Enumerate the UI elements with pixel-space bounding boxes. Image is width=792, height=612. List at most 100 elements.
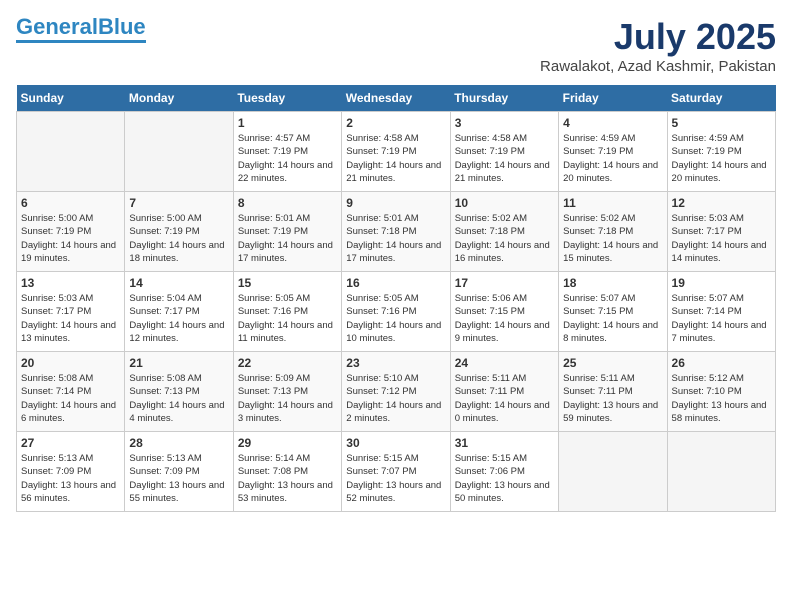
day-number: 24 — [455, 356, 554, 370]
calendar-cell: 31 Sunrise: 5:15 AMSunset: 7:06 PMDayligh… — [450, 432, 558, 512]
week-row-5: 27 Sunrise: 5:13 AMSunset: 7:09 PMDayligh… — [17, 432, 776, 512]
calendar-cell: 18 Sunrise: 5:07 AMSunset: 7:15 PMDayligh… — [559, 272, 667, 352]
day-number: 20 — [21, 356, 120, 370]
calendar-cell — [559, 432, 667, 512]
header-row: SundayMondayTuesdayWednesdayThursdayFrid… — [17, 85, 776, 112]
cell-details: Sunrise: 5:01 AMSunset: 7:19 PMDaylight:… — [238, 212, 337, 265]
cell-details: Sunrise: 5:04 AMSunset: 7:17 PMDaylight:… — [129, 292, 228, 345]
calendar-cell: 26 Sunrise: 5:12 AMSunset: 7:10 PMDayligh… — [667, 352, 775, 432]
calendar-cell: 1Sunrise: 4:57 AMSunset: 7:19 PMDaylight… — [233, 112, 341, 192]
calendar-cell: 22 Sunrise: 5:09 AMSunset: 7:13 PMDayligh… — [233, 352, 341, 432]
location: Rawalakot, Azad Kashmir, Pakistan — [540, 58, 776, 75]
logo-blue: Blue — [98, 14, 146, 39]
calendar-cell: 9 Sunrise: 5:01 AMSunset: 7:18 PMDaylight… — [342, 192, 450, 272]
calendar-cell: 21Sunrise: 5:08 AMSunset: 7:13 PMDayligh… — [125, 352, 233, 432]
day-number: 4 — [563, 116, 662, 130]
cell-details: Sunrise: 5:15 AMSunset: 7:06 PMDaylight:… — [455, 452, 554, 505]
week-row-1: 1Sunrise: 4:57 AMSunset: 7:19 PMDaylight… — [17, 112, 776, 192]
cell-details: Sunrise: 5:08 AMSunset: 7:13 PMDaylight:… — [129, 372, 228, 425]
calendar-cell: 3 Sunrise: 4:58 AMSunset: 7:19 PMDaylight… — [450, 112, 558, 192]
cell-details: Sunrise: 5:02 AMSunset: 7:18 PMDaylight:… — [563, 212, 662, 265]
header-cell-thursday: Thursday — [450, 85, 558, 112]
day-number: 22 — [238, 356, 337, 370]
calendar-cell: 19 Sunrise: 5:07 AMSunset: 7:14 PMDayligh… — [667, 272, 775, 352]
calendar-cell: 17Sunrise: 5:06 AMSunset: 7:15 PMDayligh… — [450, 272, 558, 352]
calendar-cell: 12Sunrise: 5:03 AMSunset: 7:17 PMDayligh… — [667, 192, 775, 272]
day-number: 18 — [563, 276, 662, 290]
day-number: 13 — [21, 276, 120, 290]
cell-details: Sunrise: 5:15 AMSunset: 7:07 PMDaylight:… — [346, 452, 445, 505]
cell-details: Sunrise: 4:59 AMSunset: 7:19 PMDaylight:… — [672, 132, 771, 185]
cell-details: Sunrise: 5:12 AMSunset: 7:10 PMDaylight:… — [672, 372, 771, 425]
cell-details: Sunrise: 5:09 AMSunset: 7:13 PMDaylight:… — [238, 372, 337, 425]
week-row-4: 20Sunrise: 5:08 AMSunset: 7:14 PMDayligh… — [17, 352, 776, 432]
cell-details: Sunrise: 5:00 AMSunset: 7:19 PMDaylight:… — [21, 212, 120, 265]
logo: GeneralBlue — [16, 16, 146, 43]
day-number: 6 — [21, 196, 120, 210]
day-number: 23 — [346, 356, 445, 370]
day-number: 25 — [563, 356, 662, 370]
calendar-cell — [667, 432, 775, 512]
calendar-cell: 23Sunrise: 5:10 AMSunset: 7:12 PMDayligh… — [342, 352, 450, 432]
cell-details: Sunrise: 5:03 AMSunset: 7:17 PMDaylight:… — [21, 292, 120, 345]
calendar-header: SundayMondayTuesdayWednesdayThursdayFrid… — [17, 85, 776, 112]
header-cell-friday: Friday — [559, 85, 667, 112]
calendar-cell — [17, 112, 125, 192]
calendar-cell: 16 Sunrise: 5:05 AMSunset: 7:16 PMDayligh… — [342, 272, 450, 352]
calendar-cell: 10 Sunrise: 5:02 AMSunset: 7:18 PMDayligh… — [450, 192, 558, 272]
day-number: 30 — [346, 436, 445, 450]
cell-details: Sunrise: 5:03 AMSunset: 7:17 PMDaylight:… — [672, 212, 771, 265]
day-number: 27 — [21, 436, 120, 450]
cell-details: Sunrise: 5:07 AMSunset: 7:14 PMDaylight:… — [672, 292, 771, 345]
day-number: 16 — [346, 276, 445, 290]
calendar-cell: 13 Sunrise: 5:03 AMSunset: 7:17 PMDayligh… — [17, 272, 125, 352]
calendar-cell: 24 Sunrise: 5:11 AMSunset: 7:11 PMDayligh… — [450, 352, 558, 432]
logo-underline — [16, 40, 146, 43]
header-cell-sunday: Sunday — [17, 85, 125, 112]
header-cell-saturday: Saturday — [667, 85, 775, 112]
day-number: 3 — [455, 116, 554, 130]
cell-details: Sunrise: 5:05 AMSunset: 7:16 PMDaylight:… — [346, 292, 445, 345]
calendar-cell: 14Sunrise: 5:04 AMSunset: 7:17 PMDayligh… — [125, 272, 233, 352]
logo-text: GeneralBlue — [16, 16, 146, 38]
day-number: 7 — [129, 196, 228, 210]
header-cell-monday: Monday — [125, 85, 233, 112]
calendar-cell: 5 Sunrise: 4:59 AMSunset: 7:19 PMDaylight… — [667, 112, 775, 192]
week-row-2: 6 Sunrise: 5:00 AMSunset: 7:19 PMDaylight… — [17, 192, 776, 272]
day-number: 5 — [672, 116, 771, 130]
cell-details: Sunrise: 5:07 AMSunset: 7:15 PMDaylight:… — [563, 292, 662, 345]
calendar-body: 1Sunrise: 4:57 AMSunset: 7:19 PMDaylight… — [17, 112, 776, 512]
cell-details: Sunrise: 5:02 AMSunset: 7:18 PMDaylight:… — [455, 212, 554, 265]
calendar-cell: 25 Sunrise: 5:11 AMSunset: 7:11 PMDayligh… — [559, 352, 667, 432]
calendar-cell: 29Sunrise: 5:14 AMSunset: 7:08 PMDayligh… — [233, 432, 341, 512]
week-row-3: 13 Sunrise: 5:03 AMSunset: 7:17 PMDayligh… — [17, 272, 776, 352]
cell-details: Sunrise: 4:59 AMSunset: 7:19 PMDaylight:… — [563, 132, 662, 185]
cell-details: Sunrise: 5:13 AMSunset: 7:09 PMDaylight:… — [129, 452, 228, 505]
day-number: 9 — [346, 196, 445, 210]
day-number: 26 — [672, 356, 771, 370]
day-number: 2 — [346, 116, 445, 130]
page-header: GeneralBlue July 2025 Rawalakot, Azad Ka… — [16, 16, 776, 75]
day-number: 19 — [672, 276, 771, 290]
cell-details: Sunrise: 4:58 AMSunset: 7:19 PMDaylight:… — [346, 132, 445, 185]
calendar-cell: 28Sunrise: 5:13 AMSunset: 7:09 PMDayligh… — [125, 432, 233, 512]
day-number: 31 — [455, 436, 554, 450]
logo-general: General — [16, 14, 98, 39]
day-number: 15 — [238, 276, 337, 290]
month-year: July 2025 — [540, 16, 776, 58]
cell-details: Sunrise: 4:58 AMSunset: 7:19 PMDaylight:… — [455, 132, 554, 185]
calendar-cell: 30 Sunrise: 5:15 AMSunset: 7:07 PMDayligh… — [342, 432, 450, 512]
day-number: 10 — [455, 196, 554, 210]
cell-details: Sunrise: 5:11 AMSunset: 7:11 PMDaylight:… — [455, 372, 554, 425]
calendar-cell: 7Sunrise: 5:00 AMSunset: 7:19 PMDaylight… — [125, 192, 233, 272]
calendar-cell: 4 Sunrise: 4:59 AMSunset: 7:19 PMDaylight… — [559, 112, 667, 192]
cell-details: Sunrise: 5:11 AMSunset: 7:11 PMDaylight:… — [563, 372, 662, 425]
cell-details: Sunrise: 5:01 AMSunset: 7:18 PMDaylight:… — [346, 212, 445, 265]
calendar-table: SundayMondayTuesdayWednesdayThursdayFrid… — [16, 85, 776, 512]
calendar-cell — [125, 112, 233, 192]
calendar-cell: 8 Sunrise: 5:01 AMSunset: 7:19 PMDaylight… — [233, 192, 341, 272]
cell-details: Sunrise: 5:06 AMSunset: 7:15 PMDaylight:… — [455, 292, 554, 345]
day-number: 29 — [238, 436, 337, 450]
day-number: 8 — [238, 196, 337, 210]
header-cell-wednesday: Wednesday — [342, 85, 450, 112]
